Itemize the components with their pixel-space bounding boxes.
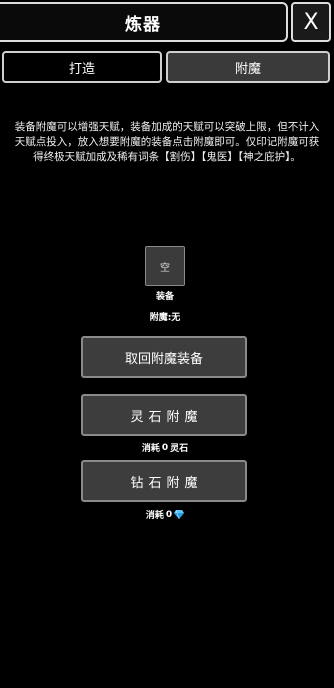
cost-unit: 灵石 — [170, 444, 189, 454]
cost-prefix: 消耗 — [145, 511, 164, 521]
spirit-stone-enchant-button[interactable]: 灵石附魔 — [81, 394, 247, 436]
close-button[interactable]: X — [291, 2, 331, 42]
diamond-icon — [174, 510, 185, 519]
tab-label: 附魔 — [234, 61, 261, 77]
cost-prefix: 消耗 — [141, 444, 160, 454]
diamond-enchant-button[interactable]: 钻石附魔 — [81, 460, 247, 502]
tab-label: 打造 — [68, 61, 95, 77]
retrieve-equipment-button[interactable]: 取回附魔装备 — [81, 336, 247, 378]
close-icon: X — [303, 9, 319, 35]
equipment-slot[interactable]: 空 — [145, 246, 185, 286]
tab-enchant[interactable]: 附魔 — [166, 51, 330, 83]
enchant-description: 装备附魔可以增强天赋，装备加成的天赋可以突破上限，但不计入天赋点投入，放入想要附… — [14, 121, 320, 163]
button-label: 取回附魔装备 — [124, 351, 203, 367]
cost-amount: 0 — [161, 442, 169, 453]
slot-empty-text: 空 — [160, 262, 170, 274]
enchant-status: 附魔:无 — [149, 313, 181, 323]
diamond-cost: 消耗 0 — [100, 508, 230, 521]
button-label: 灵石附魔 — [130, 409, 203, 425]
page-title: 炼器 — [125, 14, 161, 35]
tab-forge[interactable]: 打造 — [2, 51, 162, 83]
cost-amount: 0 — [165, 509, 173, 520]
spirit-stone-cost: 消耗 0 灵石 — [100, 441, 230, 455]
button-label: 钻石附魔 — [130, 475, 203, 491]
slot-label: 装备 — [155, 292, 174, 302]
window-title: 炼器 — [0, 2, 288, 42]
